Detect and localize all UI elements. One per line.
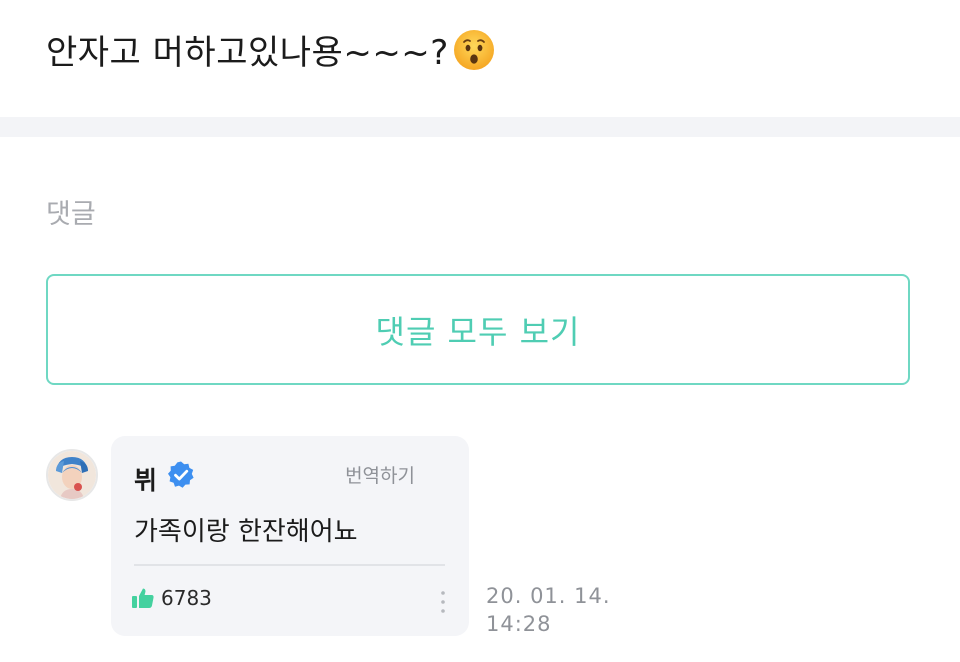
avatar[interactable] xyxy=(46,449,98,501)
section-divider xyxy=(0,117,960,137)
hushed-face-emoji-icon xyxy=(453,30,494,70)
comment-timestamp: 20. 01. 14. 14:28 xyxy=(486,582,611,638)
verified-badge-icon xyxy=(168,461,194,488)
avatar-image xyxy=(48,451,96,499)
comments-section-label: 댓글 xyxy=(46,199,96,230)
comment-body: 가족이랑 한잔해어뇨 xyxy=(134,517,358,547)
comment-date: 20. 01. 14. xyxy=(486,584,611,608)
post-text: 안자고 머하고있나용~~~? xyxy=(46,32,449,73)
comment-card: 뷔 번역하기 가족이랑 한잔해어뇨 6783 xyxy=(111,436,469,636)
like-button[interactable]: 6783 xyxy=(131,586,212,610)
more-options-icon[interactable] xyxy=(437,589,449,615)
post-text-row: 안자고 머하고있나용~~~? xyxy=(46,24,495,74)
comment-author[interactable]: 뷔 xyxy=(134,461,157,497)
comment-time: 14:28 xyxy=(486,612,552,636)
card-divider xyxy=(134,564,445,566)
thumbs-up-icon xyxy=(132,588,154,608)
translate-link[interactable]: 번역하기 xyxy=(345,461,415,488)
view-all-comments-button[interactable]: 댓글 모두 보기 xyxy=(46,274,910,385)
like-count: 6783 xyxy=(161,586,212,610)
